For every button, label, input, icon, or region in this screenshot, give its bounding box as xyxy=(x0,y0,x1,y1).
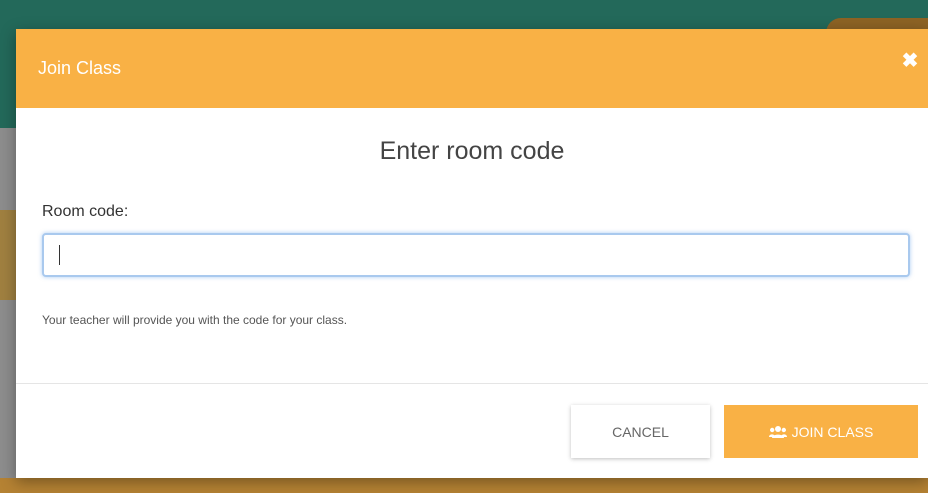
join-class-button-label: JOIN CLASS xyxy=(791,423,874,440)
background-bottom-strip xyxy=(0,478,928,493)
background-left-strip xyxy=(0,128,16,493)
dialog-title: Join Class xyxy=(38,58,122,78)
footer-divider xyxy=(16,383,928,384)
dialog-heading: Enter room code xyxy=(379,137,565,165)
join-class-dialog: Join Class ✖ Enter room code Room code: … xyxy=(16,29,928,478)
room-code-input[interactable] xyxy=(42,233,910,277)
help-text: Your teacher will provide you with the c… xyxy=(42,313,348,327)
text-caret xyxy=(59,245,60,265)
cancel-button[interactable]: CANCEL xyxy=(571,405,710,458)
users-icon xyxy=(768,425,787,438)
join-class-button[interactable]: JOIN CLASS xyxy=(724,405,918,458)
dialog-header: Join Class ✖ xyxy=(16,29,928,108)
background-left-accent xyxy=(0,210,16,300)
room-code-label: Room code: xyxy=(42,203,129,220)
close-icon[interactable]: ✖ xyxy=(898,49,922,73)
cancel-button-label: CANCEL xyxy=(612,423,669,440)
